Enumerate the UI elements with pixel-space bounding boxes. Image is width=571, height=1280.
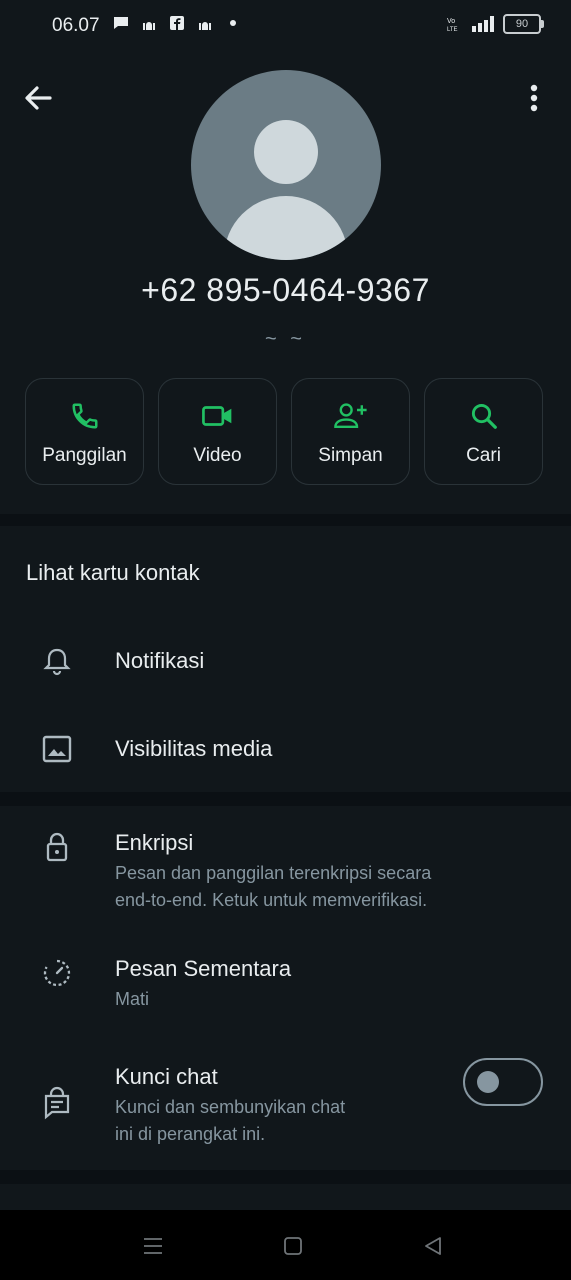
chat-bubble-icon [114,17,128,29]
bell-icon [43,648,71,676]
chat-lock-desc-line2: ini di perangkat ini. [115,1124,266,1144]
chat-lock-icon [44,1086,70,1120]
volte-icon: Vo LTE [447,18,458,33]
encryption-title: Enkripsi [115,830,194,855]
svg-text:LTE: LTE [447,27,458,33]
disappearing-messages-title: Pesan Sementara [115,956,292,981]
save-contact-button[interactable]: Simpan [291,378,410,485]
contact-about: ~ ~ [265,328,306,350]
more-options-icon[interactable] [519,80,549,116]
contact-phone-number[interactable]: +62 895-0464-9367 [0,272,571,309]
image-icon [42,735,72,763]
notifications-label: Notifikasi [115,648,205,673]
mosque-icon [199,22,211,30]
encryption-desc-line1: Pesan dan panggilan terenkripsi secara [115,863,432,883]
phone-icon [71,403,97,429]
save-label: Simpan [318,445,383,466]
avatar-head [254,120,318,184]
mosque-icon [143,22,155,30]
chat-lock-title: Kunci chat [115,1064,218,1089]
privacy-section: Enkripsi Pesan dan panggilan terenkripsi… [0,806,571,1170]
video-call-button[interactable]: Video [158,378,277,485]
view-contact-card[interactable]: Lihat kartu kontak [26,560,200,586]
status-bar: 06.07 Vo LTE 90 [0,0,571,52]
video-label: Video [193,445,242,466]
chat-lock-toggle[interactable] [463,1058,543,1106]
battery-icon: 90 [503,14,544,34]
status-time: 06.07 [52,15,100,36]
home-square-icon[interactable] [281,1234,305,1258]
disappearing-messages-status: Mati [115,989,150,1009]
contact-profile-header: +62 895-0464-9367 ~ ~ Panggilan Video Si… [0,52,571,514]
system-icons: Vo LTE 90 [447,14,544,34]
timer-icon [43,959,71,987]
back-arrow-icon[interactable] [20,80,56,116]
add-person-icon [333,403,367,428]
dot-icon [230,20,236,26]
facebook-icon [170,16,184,30]
next-section-peek [0,1184,571,1210]
system-nav-bar [0,1210,571,1280]
svg-text:Vo: Vo [447,18,455,25]
call-button[interactable]: Panggilan [25,378,144,485]
call-label: Panggilan [42,445,127,466]
search-icon [471,403,497,429]
search-button[interactable]: Cari [424,378,543,485]
contact-settings-section: Lihat kartu kontak Notifikasi Visibilita… [0,526,571,792]
recents-menu-icon[interactable] [141,1234,165,1258]
chat-lock-desc-line1: Kunci dan sembunyikan chat [115,1097,346,1117]
signal-icon [472,16,494,32]
lock-icon [46,832,68,862]
notification-icons [112,14,242,32]
avatar[interactable] [191,70,381,260]
back-triangle-icon[interactable] [421,1234,445,1258]
toggle-knob [477,1071,499,1093]
video-icon [201,406,231,426]
media-visibility-label: Visibilitas media [115,736,273,761]
search-label: Cari [466,445,501,466]
avatar-body [224,196,348,260]
action-buttons: Panggilan Video Simpan Cari [25,378,543,485]
encryption-desc-line2: end-to-end. Ketuk untuk memverifikasi. [115,890,428,910]
